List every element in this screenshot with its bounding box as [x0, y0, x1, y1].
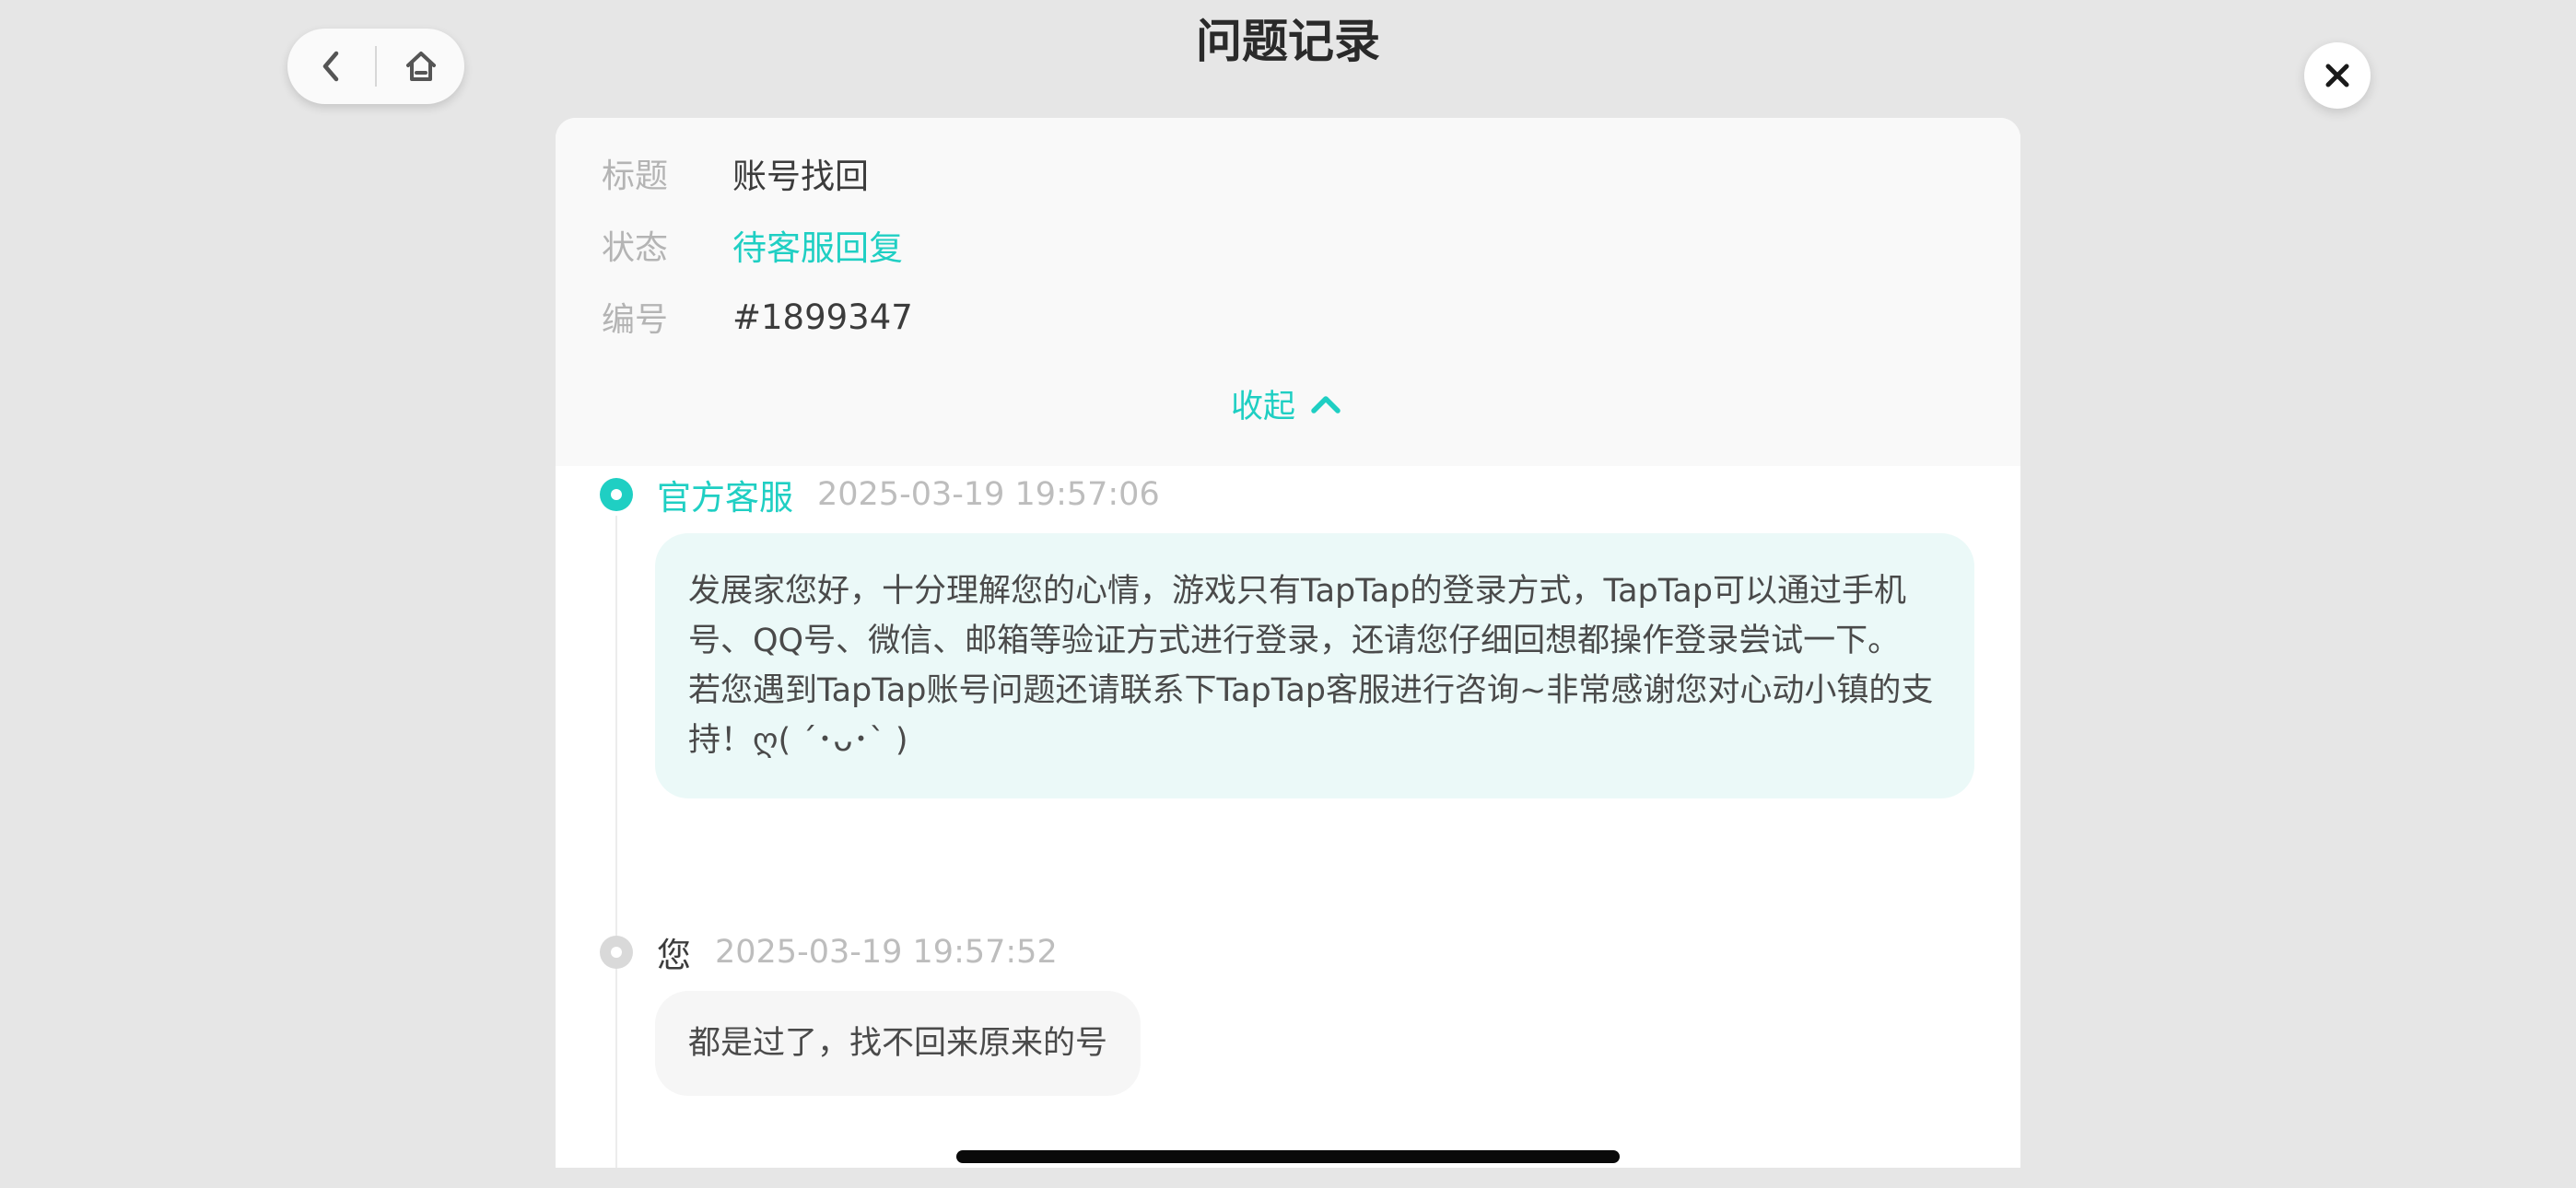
- back-button[interactable]: [287, 29, 375, 104]
- home-button[interactable]: [377, 29, 464, 104]
- close-button[interactable]: [2304, 42, 2371, 109]
- id-value: #1899347: [732, 297, 913, 337]
- message-header: 您 2025-03-19 19:57:52: [600, 926, 1058, 978]
- collapse-label: 收起: [1230, 388, 1295, 425]
- home-icon: [405, 52, 436, 81]
- chevron-up-icon: [1308, 390, 1345, 417]
- message-bubble: 发展家您好，十分理解您的心情，游戏只有TapTap的登录方式，TapTap可以通…: [655, 533, 1974, 798]
- message-paragraph: 若您遇到TapTap账号问题还请联系下TapTap客服进行咨询~非常感谢您对心动…: [688, 672, 1934, 759]
- chevron-left-icon: [322, 51, 338, 82]
- ticket-info: 标题 账号找回 状态 待客服回复 编号 #1899347 收起: [556, 118, 2020, 466]
- collapse-toggle[interactable]: 收起: [556, 376, 2020, 431]
- message-paragraph: 发展家您好，十分理解您的心情，游戏只有TapTap的登录方式，TapTap可以通…: [688, 573, 1907, 659]
- message-header: 官方客服 2025-03-19 19:57:06: [600, 469, 1160, 520]
- timeline-dot-icon: [600, 936, 633, 969]
- title-label: 标题: [602, 157, 669, 195]
- message-sender: 官方客服: [657, 478, 793, 518]
- timeline-dot-icon: [600, 478, 633, 511]
- message-time: 2025-03-19 19:57:52: [715, 934, 1058, 971]
- status-label: 状态: [602, 229, 669, 267]
- message-time: 2025-03-19 19:57:06: [817, 476, 1160, 513]
- message-bubble: 都是过了，找不回来原来的号: [655, 991, 1142, 1096]
- message-sender: 您: [657, 936, 691, 975]
- home-indicator[interactable]: [956, 1150, 1620, 1163]
- title-row: 标题 账号找回: [602, 146, 869, 201]
- ticket-card: 标题 账号找回 状态 待客服回复 编号 #1899347 收起 官方客服 202…: [556, 118, 2020, 1168]
- status-row: 状态 待客服回复: [602, 217, 903, 273]
- timeline-line: [615, 516, 617, 1168]
- title-value: 账号找回: [732, 157, 869, 196]
- close-icon: [2325, 64, 2349, 87]
- status-value: 待客服回复: [732, 228, 903, 268]
- id-label: 编号: [602, 301, 669, 339]
- message-text: 都是过了，找不回来原来的号: [688, 1025, 1108, 1062]
- screen: 问题记录 标题 账号找回 状态 待客服回复 编号 #1899347 收起 官方客…: [0, 0, 2576, 1188]
- nav-capsule: [287, 29, 464, 104]
- id-row: 编号 #1899347: [602, 289, 913, 344]
